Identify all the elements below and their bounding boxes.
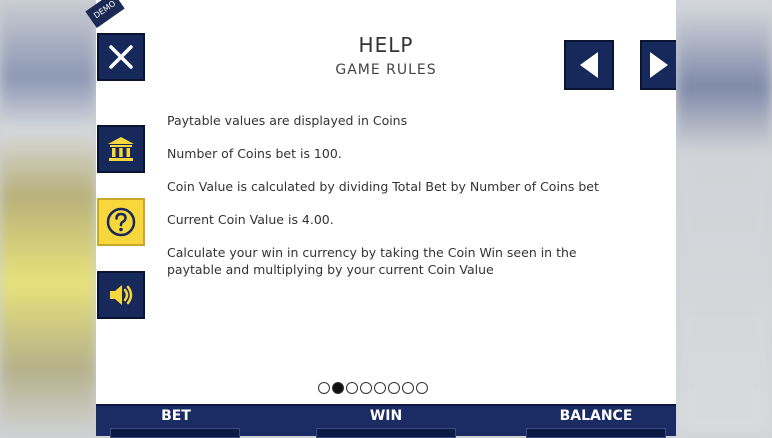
rule-line: Current Coin Value is 4.00.: [167, 212, 334, 227]
rule-line: Calculate your win in currency by taking…: [167, 245, 577, 277]
arrow-left-icon: [580, 52, 598, 78]
win-label: WIN: [369, 408, 403, 424]
next-page-button[interactable]: [640, 40, 676, 90]
game-background-left: [0, 0, 96, 434]
prev-page-button[interactable]: [564, 40, 614, 90]
help-panel: DEMO HELP GAME RULES Paytable values are…: [85, 0, 676, 404]
bet-value-box: [110, 428, 240, 438]
paytable-button[interactable]: [97, 125, 145, 173]
rule-line: Number of Coins bet is 100.: [167, 146, 342, 161]
win-value-box: [316, 428, 456, 438]
page-dot-3[interactable]: [346, 382, 358, 394]
page-dot-7[interactable]: [402, 382, 414, 394]
sound-button[interactable]: [97, 271, 145, 319]
page-dot-2[interactable]: [332, 382, 344, 394]
paytable-icon: [108, 137, 134, 161]
rule-line: Paytable values are displayed in Coins: [167, 113, 408, 128]
help-button[interactable]: [97, 198, 145, 246]
demo-ribbon-label: DEMO: [92, 0, 118, 21]
sound-icon: [110, 285, 133, 305]
page-dot-4[interactable]: [360, 382, 372, 394]
footer-bar: BET WIN BALANCE: [96, 404, 676, 438]
arrow-right-icon: [650, 52, 668, 78]
page-dot-5[interactable]: [374, 382, 386, 394]
page-dot-8[interactable]: [416, 382, 428, 394]
balance-label: BALANCE: [559, 408, 633, 424]
rules-text: Paytable values are displayed in Coins N…: [167, 112, 627, 294]
page-dot-6[interactable]: [388, 382, 400, 394]
game-background-right: [676, 0, 772, 434]
page-dot-1[interactable]: [318, 382, 330, 394]
pagination-dots: [318, 382, 428, 394]
help-icon: [106, 207, 136, 237]
balance-value-box: [526, 428, 666, 438]
rule-line: Coin Value is calculated by dividing Tot…: [167, 179, 599, 194]
bet-label: BET: [161, 408, 191, 424]
